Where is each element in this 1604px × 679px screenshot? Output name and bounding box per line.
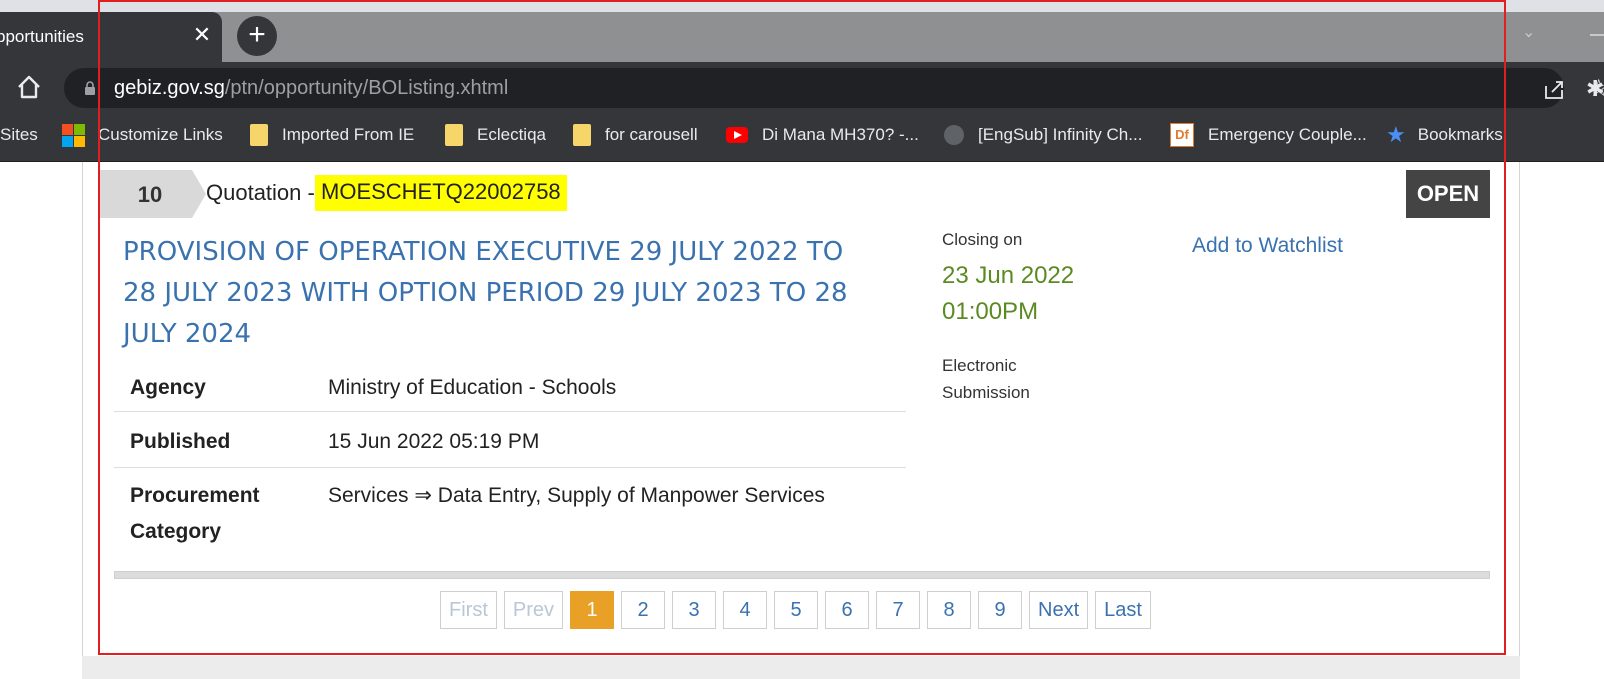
url-text[interactable]: gebiz.gov.sg/ptn/opportunity/BOListing.x… xyxy=(114,77,508,100)
submission-type: Electronic Submission xyxy=(942,352,1102,406)
submission-line-1: Electronic xyxy=(942,356,1017,375)
bookmark-label: Eclectiqa xyxy=(477,125,546,144)
page-button-3[interactable]: 3 xyxy=(672,591,717,629)
bookmark-sites[interactable]: Sites xyxy=(0,122,38,148)
active-tab[interactable]: pportunities ✕ xyxy=(0,12,222,62)
panel-footer xyxy=(82,656,1520,679)
next-page-button[interactable]: Next xyxy=(1029,591,1089,629)
page-button-6[interactable]: 6 xyxy=(825,591,870,629)
page-button-2[interactable]: 2 xyxy=(621,591,666,629)
listing-number: 10 xyxy=(137,182,163,207)
category-label-line-1: Procurement xyxy=(130,484,260,507)
submission-line-2: Submission xyxy=(942,383,1030,402)
first-page-button[interactable]: First xyxy=(440,591,497,629)
bookmark-engsub-infinity[interactable]: [EngSub] Infinity Ch... xyxy=(944,122,1142,148)
agency-row: Agency Ministry of Education - Schools xyxy=(114,366,906,412)
tab-title: pportunities xyxy=(0,27,84,46)
bookmark-di-mana-mh370[interactable]: Di Mana MH370? -... xyxy=(726,122,919,148)
microsoft-icon xyxy=(62,124,85,147)
bookmark-label: Imported From IE xyxy=(282,125,415,144)
category-value: Services ⇒ Data Entry, Supply of Manpowe… xyxy=(328,484,825,507)
closing-datetime: 23 Jun 2022 01:00PM xyxy=(942,258,1142,330)
bookmark-label: Di Mana MH370? -... xyxy=(762,125,919,144)
chevron-down-icon[interactable]: ⌄ xyxy=(1522,22,1535,42)
lock-icon[interactable] xyxy=(84,81,96,95)
bookmark-label: Bookmarks xyxy=(1417,125,1503,144)
listing-type: Quotation - xyxy=(206,180,315,205)
folder-icon xyxy=(250,124,268,146)
category-row: Procurement Category Services ⇒ Data Ent… xyxy=(114,468,906,552)
youtube-icon xyxy=(726,127,748,143)
bookmark-label: [EngSub] Infinity Ch... xyxy=(978,125,1143,144)
published-value: 15 Jun 2022 05:19 PM xyxy=(328,430,540,453)
closing-label: Closing on xyxy=(942,230,1023,249)
url-path: /ptn/opportunity/BOListing.xhtml xyxy=(224,77,509,99)
star-icon: ★ xyxy=(1386,122,1406,147)
panel-border-right xyxy=(1519,162,1520,679)
status-badge: OPEN xyxy=(1406,170,1490,218)
separator-bar xyxy=(114,571,1490,579)
bookmark-customize-links[interactable]: Customize Links xyxy=(62,122,223,148)
closing-time: 01:00PM xyxy=(942,298,1039,325)
folder-icon xyxy=(445,124,463,146)
bookmark-label: for carousell xyxy=(605,125,698,144)
extensions-icon[interactable]: ✱ xyxy=(1586,76,1604,102)
bookmark-for-carousell[interactable]: for carousell xyxy=(573,122,698,148)
tab-strip: pportunities ✕ + ⌄ xyxy=(0,0,1604,62)
bookmark-imported-from-ie[interactable]: Imported From IE xyxy=(250,122,414,148)
page-button-7[interactable]: 7 xyxy=(876,591,921,629)
bookmark-emergency-couple[interactable]: Df Emergency Couple... xyxy=(1170,122,1367,148)
agency-value: Ministry of Education - Schools xyxy=(328,376,617,399)
panel-border-left xyxy=(82,162,83,679)
df-icon: Df xyxy=(1170,123,1194,147)
home-icon[interactable] xyxy=(14,72,44,102)
page-button-5[interactable]: 5 xyxy=(774,591,819,629)
published-label: Published xyxy=(130,430,231,453)
pagination: First Prev 1 2 3 4 5 6 7 8 9 Next Last xyxy=(440,591,1151,629)
folder-icon xyxy=(573,124,591,146)
page-content: 10 Quotation - MOESCHETQ22002758 OPEN PR… xyxy=(0,162,1604,679)
new-tab-button[interactable]: + xyxy=(237,16,277,56)
closing-date: 23 Jun 2022 xyxy=(942,262,1075,289)
bookmark-bookmarks[interactable]: ★ Bookmarks xyxy=(1386,122,1503,148)
share-icon[interactable] xyxy=(1542,78,1566,100)
address-bar[interactable]: gebiz.gov.sg/ptn/opportunity/BOListing.x… xyxy=(64,68,1604,108)
close-icon[interactable]: ✕ xyxy=(190,23,214,47)
prev-page-button[interactable]: Prev xyxy=(503,591,564,629)
listing-number-badge: 10 xyxy=(100,170,206,218)
globe-icon xyxy=(944,125,964,145)
published-row: Published 15 Jun 2022 05:19 PM xyxy=(114,412,906,468)
bookmarks-bar: Sites Customize Links Imported From IE E… xyxy=(0,110,1604,162)
page-margin xyxy=(0,162,82,679)
page-button-4[interactable]: 4 xyxy=(723,591,768,629)
listing-reference: MOESCHETQ22002758 xyxy=(315,175,567,211)
page-button-9[interactable]: 9 xyxy=(978,591,1023,629)
page-button-8[interactable]: 8 xyxy=(927,591,972,629)
last-page-button[interactable]: Last xyxy=(1095,591,1151,629)
bookmark-eclectiqa[interactable]: Eclectiqa xyxy=(445,122,546,148)
bookmark-label: Sites xyxy=(0,125,38,144)
category-label-line-2: Category xyxy=(130,520,222,543)
bookmark-label: Customize Links xyxy=(98,125,223,144)
agency-label: Agency xyxy=(130,376,206,399)
browser-toolbar: gebiz.gov.sg/ptn/opportunity/BOListing.x… xyxy=(0,62,1604,110)
page-button-1[interactable]: 1 xyxy=(570,591,615,629)
bookmark-label: Emergency Couple... xyxy=(1208,125,1367,144)
url-host: gebiz.gov.sg xyxy=(114,77,225,99)
opportunity-title-link[interactable]: PROVISION OF OPERATION EXECUTIVE 29 JULY… xyxy=(123,232,883,355)
minimize-icon[interactable] xyxy=(1590,34,1604,36)
add-to-watchlist-link[interactable]: Add to Watchlist xyxy=(1192,234,1343,258)
